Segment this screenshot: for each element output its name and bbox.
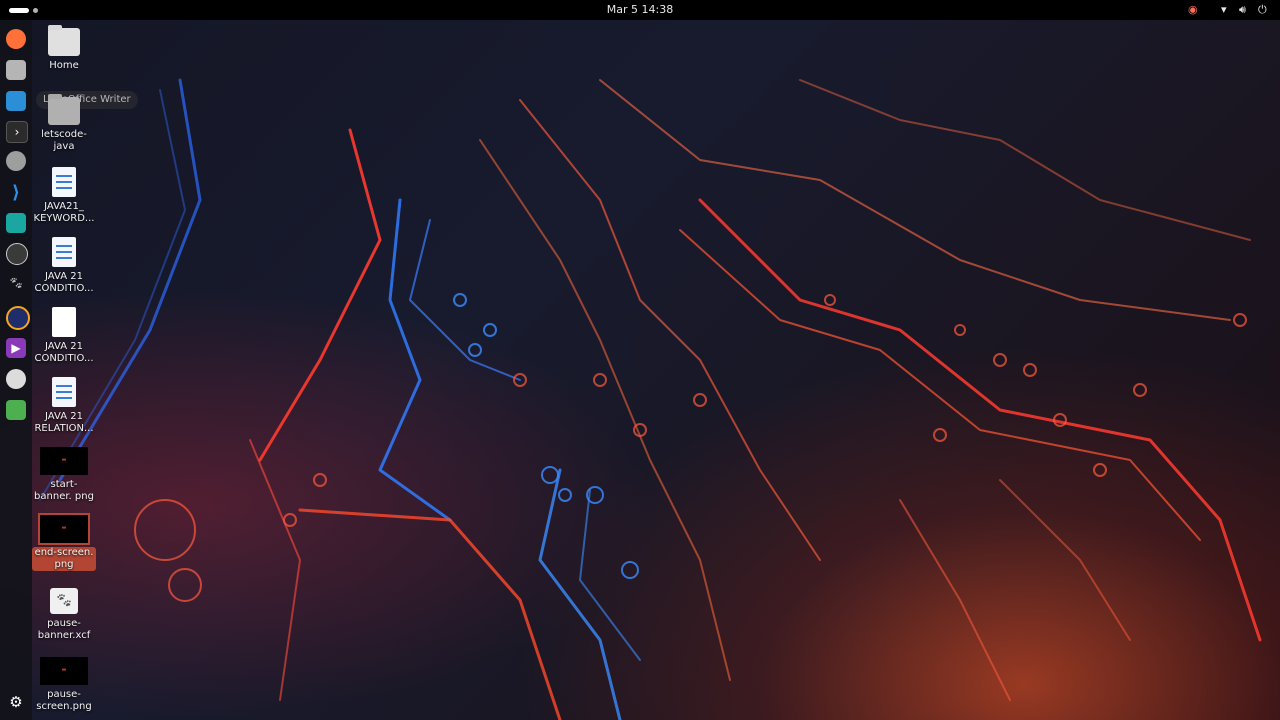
desktop-item-letscode-java[interactable]: letscode-java <box>32 94 96 153</box>
gimp-xcf-icon: 🐾︎ <box>50 588 78 614</box>
desktop-item-pause-screen[interactable]: ▬ pause-screen.png <box>32 657 96 713</box>
media-player-icon[interactable]: ▶ <box>6 338 26 358</box>
screen-record-icon[interactable]: ◉ <box>1188 3 1198 16</box>
desktop-item-end-screen[interactable]: ▬ end-screen. png <box>32 513 96 571</box>
clock[interactable]: Mar 5 14:38 <box>0 3 1280 16</box>
network-wifi-icon[interactable]: ▾ <box>1221 3 1227 16</box>
disc-icon[interactable] <box>6 369 26 389</box>
chat-icon[interactable] <box>6 151 26 171</box>
image-thumbnail-icon: ▬ <box>40 447 88 475</box>
desktop-item-label: JAVA 21 RELATION... <box>34 411 94 434</box>
desktop-item-label: JAVA 21 CONDITIO... <box>34 341 94 364</box>
desktop-item-label: JAVA 21 CONDITIO... <box>34 271 94 294</box>
writer-document-icon <box>52 167 76 197</box>
show-apps-icon[interactable]: ⚙︎ <box>6 692 26 712</box>
desktop-item-label: end-screen. png <box>32 547 96 571</box>
desktop-item-java21-conditio-2[interactable]: JAVA 21 CONDITIO... <box>32 307 96 365</box>
writer-document-icon <box>52 237 76 267</box>
power-icon[interactable]: ⏻ <box>1258 3 1267 17</box>
writer-document-icon <box>52 377 76 407</box>
desktop-item-home[interactable]: Home <box>32 25 96 72</box>
intellij-icon[interactable] <box>6 213 26 233</box>
desktop-item-label: start-banner. png <box>34 479 94 502</box>
obs-icon[interactable] <box>6 243 28 265</box>
folder-icon <box>48 94 80 125</box>
files-icon[interactable] <box>6 60 26 80</box>
desktop-item-label: pause-banner.xcf <box>37 618 91 641</box>
vscode-icon[interactable]: ⟩ <box>6 182 26 203</box>
home-folder-icon <box>48 25 80 56</box>
desktop-wallpaper <box>0 0 1280 720</box>
pdf-document-icon <box>52 307 76 337</box>
desktop-item-label: JAVA21_ KEYWORD... <box>33 201 95 224</box>
dock: › ⟩ 🐾︎ ▶ ⚙︎ <box>0 20 32 720</box>
image-thumbnail-icon: ▬ <box>40 657 88 685</box>
top-bar: Mar 5 14:38 ◉ ▾ 🔊︎ ⏻ <box>0 0 1280 20</box>
desktop-item-label: letscode-java <box>41 129 87 152</box>
trash-icon[interactable] <box>6 400 26 420</box>
desktop-item-label: Home <box>49 60 79 71</box>
desktop-item-pause-banner[interactable]: 🐾︎ pause-banner.xcf <box>32 588 96 642</box>
gimp-icon[interactable]: 🐾︎ <box>6 273 26 293</box>
firefox-icon[interactable] <box>6 29 26 49</box>
image-thumbnail-icon: ▬ <box>38 513 90 545</box>
terminal-icon[interactable]: › <box>6 121 28 143</box>
libreoffice-writer-icon[interactable] <box>6 91 26 111</box>
eclipse-icon[interactable] <box>6 306 30 330</box>
circuit-pattern <box>39 78 1262 720</box>
desktop-item-java21-relation[interactable]: JAVA 21 RELATION... <box>32 377 96 435</box>
desktop-item-java21-keyword[interactable]: JAVA21_ KEYWORD... <box>32 167 96 225</box>
desktop-item-java21-conditio-1[interactable]: JAVA 21 CONDITIO... <box>32 237 96 295</box>
volume-icon[interactable]: 🔊︎ <box>1239 3 1246 17</box>
desktop-item-start-banner[interactable]: ▬ start-banner. png <box>32 447 96 503</box>
desktop-item-label: pause-screen.png <box>36 689 92 712</box>
